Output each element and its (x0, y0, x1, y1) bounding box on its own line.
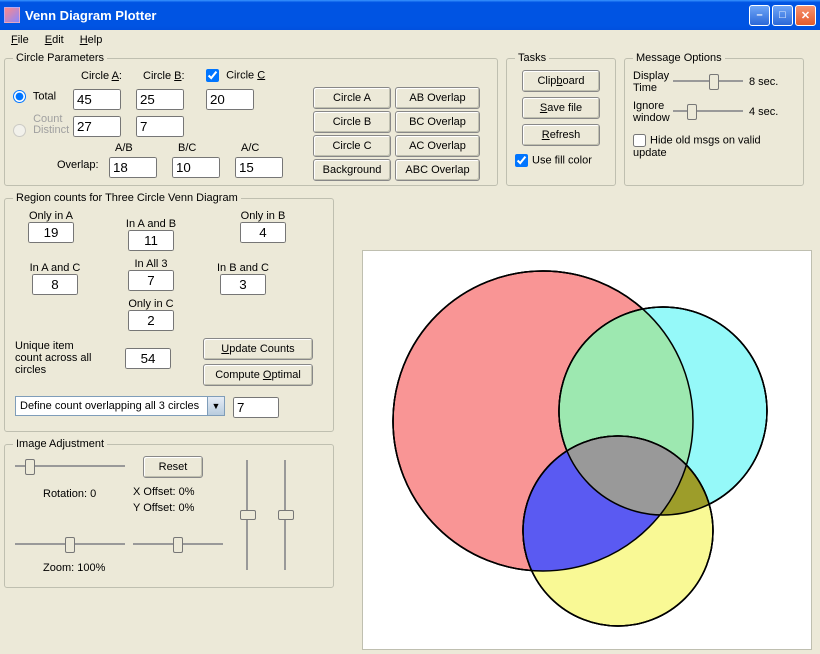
close-button[interactable]: ✕ (795, 5, 816, 26)
button-color-circle-a[interactable]: Circle A (313, 87, 391, 109)
label-rotation: Rotation: 0 (43, 488, 96, 500)
button-color-circle-b[interactable]: Circle B (313, 111, 391, 133)
slider-ignore-window[interactable] (673, 101, 743, 123)
button-update-counts[interactable]: Update Counts (203, 338, 313, 360)
label-only-b: Only in B (237, 210, 289, 222)
label-ac-hdr: A/C (241, 142, 259, 154)
label-in-ab: In A and B (121, 218, 181, 230)
input-overlap-ac[interactable] (235, 157, 283, 178)
menu-edit[interactable]: Edit (38, 33, 71, 47)
region-counts-legend: Region counts for Three Circle Venn Diag… (13, 192, 241, 204)
label-circle-b: Circle B: (143, 70, 185, 82)
label-use-fill-color: Use fill color (532, 154, 592, 166)
button-save-file[interactable]: Save file (522, 97, 600, 119)
menu-file[interactable]: File (4, 33, 36, 47)
label-only-c: Only in C (121, 298, 181, 310)
radio-total[interactable] (13, 90, 26, 103)
button-reset[interactable]: Reset (143, 456, 203, 478)
chevron-down-icon: ▼ (207, 397, 224, 415)
maximize-button[interactable]: □ (772, 5, 793, 26)
image-adjustment-group: Image Adjustment Reset Rotation: 0 X Off… (4, 438, 334, 588)
label-only-a: Only in A (25, 210, 77, 222)
menu-help[interactable]: Help (73, 33, 110, 47)
label-count-distinct: Count Distinct (33, 114, 73, 136)
input-distinct-a (73, 116, 121, 137)
button-color-ac-overlap[interactable]: AC Overlap (395, 135, 480, 157)
label-in-bc: In B and C (213, 262, 273, 274)
value-only-b (240, 222, 286, 243)
button-refresh[interactable]: Refresh (522, 124, 600, 146)
label-unique-count: Unique item count across all circles (15, 340, 95, 376)
label-zoom: Zoom: 100% (43, 562, 105, 574)
button-color-circle-c[interactable]: Circle C (313, 135, 391, 157)
tasks-legend: Tasks (515, 52, 549, 64)
slider-display-time[interactable] (673, 71, 743, 93)
app-icon (4, 7, 20, 23)
checkbox-circle-c[interactable] (206, 69, 219, 82)
label-circle-c: Circle C (226, 69, 265, 81)
button-clipboard[interactable]: Clipboard (522, 70, 600, 92)
label-overlap: Overlap: (57, 159, 99, 171)
value-in-ab (128, 230, 174, 251)
minimize-button[interactable]: – (749, 5, 770, 26)
value-in-all3 (128, 270, 174, 291)
input-total-a[interactable] (73, 89, 121, 110)
input-distinct-b (136, 116, 184, 137)
value-only-c (128, 310, 174, 331)
message-options-group: Message Options Display Time 8 sec. Igno… (624, 52, 804, 186)
value-in-bc (220, 274, 266, 295)
region-counts-group: Region counts for Three Circle Venn Diag… (4, 192, 334, 432)
label-display-time: Display Time (633, 70, 673, 94)
label-bc-hdr: B/C (178, 142, 196, 154)
button-compute-optimal[interactable]: Compute Optimal (203, 364, 313, 386)
input-overlap-bc[interactable] (172, 157, 220, 178)
label-circle-a: Circle A: (81, 70, 122, 82)
value-display-time: 8 sec. (749, 76, 778, 88)
slider-rotation[interactable] (15, 456, 125, 478)
select-define-count-text: Define count overlapping all 3 circles (20, 400, 199, 412)
input-total-c[interactable] (206, 89, 254, 110)
label-total: Total (33, 90, 56, 102)
menubar: File Edit Help (0, 30, 820, 50)
slider-y-offset-right[interactable] (275, 460, 297, 570)
checkbox-use-fill-color[interactable] (515, 154, 528, 167)
value-in-ac (32, 274, 78, 295)
button-color-abc-overlap[interactable]: ABC Overlap (395, 159, 480, 181)
input-define-count-value[interactable] (233, 397, 279, 418)
circle-parameters-legend: Circle Parameters (13, 52, 107, 64)
radio-count-distinct (13, 124, 26, 137)
circle-parameters-group: Circle Parameters Circle A: Circle B: Ci… (4, 52, 498, 186)
message-options-legend: Message Options (633, 52, 725, 64)
label-in-ac: In A and C (25, 262, 85, 274)
slider-y-offset-left[interactable] (237, 460, 259, 570)
titlebar: Venn Diagram Plotter – □ ✕ (0, 0, 820, 30)
window-title: Venn Diagram Plotter (25, 8, 749, 23)
button-color-ab-overlap[interactable]: AB Overlap (395, 87, 480, 109)
label-y-offset: Y Offset: 0% (133, 502, 194, 514)
checkbox-circle-c-row: Circle C (206, 69, 265, 82)
label-ignore-window: Ignore window (633, 100, 673, 124)
input-overlap-ab[interactable] (109, 157, 157, 178)
slider-zoom[interactable] (15, 534, 125, 556)
button-color-background[interactable]: Background (313, 159, 391, 181)
tasks-group: Tasks Clipboard Save file Refresh Use fi… (506, 52, 616, 186)
label-x-offset: X Offset: 0% (133, 486, 195, 498)
venn-diagram-canvas (362, 250, 812, 650)
image-adjustment-legend: Image Adjustment (13, 438, 107, 450)
button-color-bc-overlap[interactable]: BC Overlap (395, 111, 480, 133)
value-unique-count (125, 348, 171, 369)
value-ignore-window: 4 sec. (749, 106, 778, 118)
input-total-b[interactable] (136, 89, 184, 110)
select-define-count[interactable]: Define count overlapping all 3 circles ▼ (15, 396, 225, 416)
checkbox-hide-old-msgs[interactable] (633, 134, 646, 147)
label-ab-hdr: A/B (115, 142, 133, 154)
value-only-a (28, 222, 74, 243)
label-in-all3: In All 3 (121, 258, 181, 270)
slider-x-offset[interactable] (133, 534, 223, 556)
label-hide-old-msgs: Hide old msgs on valid update (633, 134, 761, 159)
